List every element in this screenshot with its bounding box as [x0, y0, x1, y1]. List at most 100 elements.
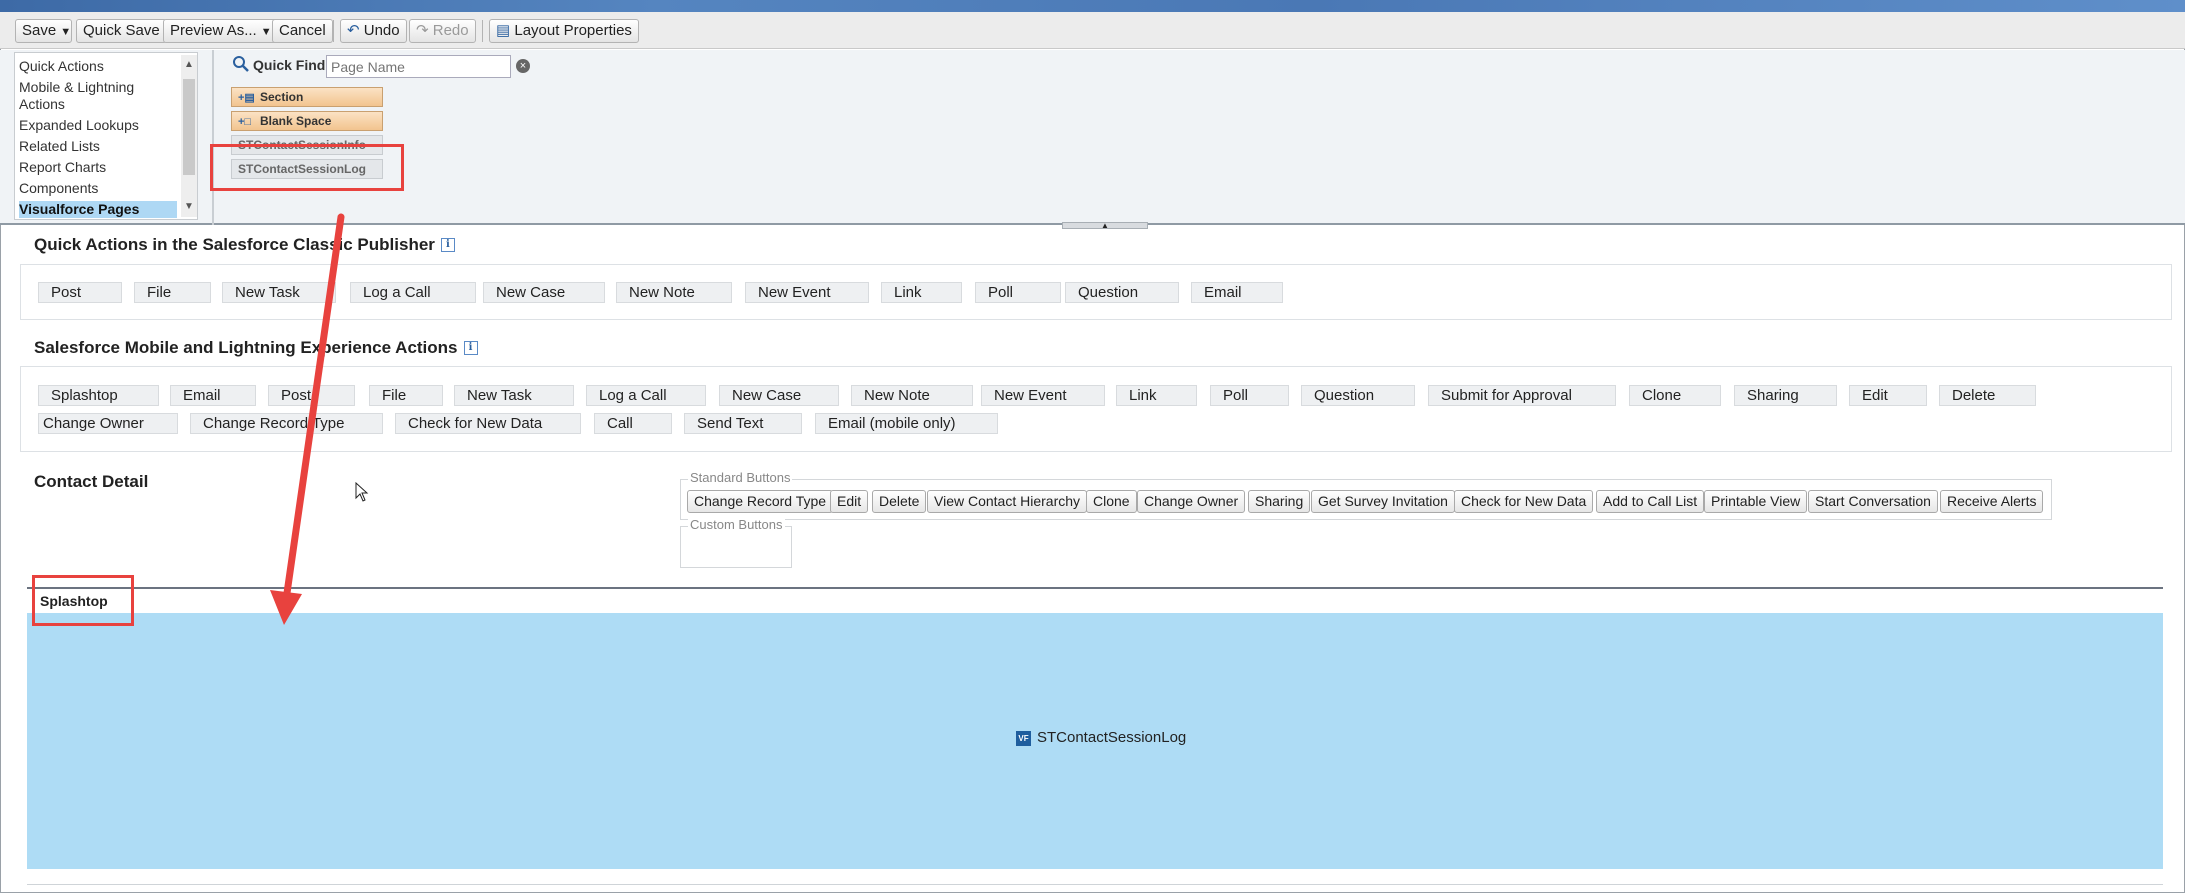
toolbar: Save ▼ Quick Save Preview As... ▼ Cancel ↶… [0, 12, 2185, 49]
standard-buttons-group: Standard Buttons Change Record Type Edit… [680, 470, 2052, 520]
classic-publisher-title-text: Quick Actions in the Salesforce Classic … [34, 235, 435, 254]
clear-search-icon[interactable]: × [516, 59, 530, 73]
category-quick-actions[interactable]: Quick Actions [19, 58, 169, 75]
action-change-owner[interactable]: Change Owner [38, 413, 178, 434]
action-check-for-new-data[interactable]: Check for New Data [395, 413, 581, 434]
action-poll[interactable]: Poll [1210, 385, 1289, 406]
action-log-a-call[interactable]: Log a Call [586, 385, 706, 406]
scroll-thumb[interactable] [183, 79, 195, 175]
action-new-task[interactable]: New Task [454, 385, 574, 406]
action-new-note[interactable]: New Note [851, 385, 973, 406]
category-expanded-lookups[interactable]: Expanded Lookups [19, 117, 169, 134]
preview-as-button[interactable]: Preview As... ▼ [163, 19, 279, 43]
printable-view-button[interactable]: Printable View [1704, 490, 1808, 513]
sharing-button[interactable]: Sharing [1248, 490, 1311, 513]
section-divider [27, 587, 2163, 589]
check-for-new-data-button[interactable]: Check for New Data [1454, 490, 1594, 513]
mobile-actions-title: Salesforce Mobile and Lightning Experien… [34, 338, 478, 358]
custom-buttons-group: Custom Buttons [680, 517, 792, 568]
action-new-case[interactable]: New Case [483, 282, 605, 303]
action-email[interactable]: Email [1191, 282, 1283, 303]
action-log-a-call[interactable]: Log a Call [350, 282, 476, 303]
quick-find-input[interactable] [326, 55, 511, 78]
add-to-call-list-button[interactable]: Add to Call List [1596, 490, 1705, 513]
redo-button[interactable]: ↷ Redo [409, 19, 476, 43]
category-related-lists[interactable]: Related Lists [19, 138, 169, 155]
action-file[interactable]: File [369, 385, 443, 406]
category-mobile-lightning-actions[interactable]: Mobile & Lightning Actions [19, 79, 159, 113]
action-link[interactable]: Link [1116, 385, 1197, 406]
delete-button[interactable]: Delete [872, 490, 927, 513]
category-report-charts[interactable]: Report Charts [19, 159, 169, 176]
action-delete[interactable]: Delete [1939, 385, 2036, 406]
action-sharing[interactable]: Sharing [1734, 385, 1837, 406]
search-icon [233, 56, 249, 72]
info-icon[interactable]: i [463, 341, 478, 355]
custom-buttons-legend: Custom Buttons [688, 517, 785, 532]
start-conversation-button[interactable]: Start Conversation [1808, 490, 1938, 513]
mouse-cursor-icon [355, 482, 369, 502]
action-call[interactable]: Call [594, 413, 672, 434]
layout-properties-label: Layout Properties [514, 22, 632, 39]
category-list: Quick Actions Mobile & Lightning Actions… [14, 52, 198, 220]
receive-alerts-button[interactable]: Receive Alerts [1940, 490, 2044, 513]
redo-label: Redo [432, 22, 469, 39]
action-post[interactable]: Post [268, 385, 355, 406]
highlight-box-section-title [32, 575, 134, 626]
action-question[interactable]: Question [1301, 385, 1415, 406]
action-post[interactable]: Post [38, 282, 122, 303]
category-components[interactable]: Components [19, 180, 169, 197]
collapse-palette-handle[interactable]: ▲ [1062, 222, 1148, 230]
visualforce-page-item[interactable]: VF STContactSessionLog [1016, 729, 1186, 746]
info-icon[interactable]: i [440, 238, 455, 252]
action-new-note[interactable]: New Note [616, 282, 732, 303]
get-survey-invitation-button[interactable]: Get Survey Invitation [1311, 490, 1455, 513]
category-visualforce-pages[interactable]: Visualforce Pages [19, 201, 177, 218]
palette-item-section[interactable]: +▤ Section [231, 87, 383, 107]
undo-button[interactable]: ↶ Undo [340, 19, 407, 43]
quick-find-label: Quick Find [253, 57, 326, 73]
scroll-up-icon[interactable]: ▲ [183, 59, 195, 71]
preview-as-label: Preview As... [170, 22, 257, 39]
toolbar-separator [333, 20, 334, 42]
action-file[interactable]: File [134, 282, 211, 303]
palette-item-blank-space[interactable]: +□ Blank Space [231, 111, 383, 131]
action-email[interactable]: Email [170, 385, 256, 406]
category-scrollbar[interactable]: ▲ ▼ [181, 55, 197, 217]
change-owner-button[interactable]: Change Owner [1137, 490, 1246, 513]
edit-button[interactable]: Edit [830, 490, 869, 513]
action-new-task[interactable]: New Task [222, 282, 336, 303]
quick-save-button[interactable]: Quick Save [76, 19, 167, 43]
action-new-event[interactable]: New Event [745, 282, 869, 303]
save-label: Save [22, 22, 57, 39]
undo-icon: ↶ [347, 22, 360, 39]
header-strip [0, 0, 2185, 12]
cancel-button[interactable]: Cancel [272, 19, 333, 43]
action-submit-for-approval[interactable]: Submit for Approval [1428, 385, 1616, 406]
chevron-down-icon[interactable]: ▼ [60, 26, 71, 38]
clone-button[interactable]: Clone [1086, 490, 1137, 513]
action-question[interactable]: Question [1065, 282, 1179, 303]
blank-space-icon: +□ [238, 116, 252, 128]
scroll-down-icon[interactable]: ▼ [183, 201, 195, 213]
action-link[interactable]: Link [881, 282, 962, 303]
classic-publisher-actions: Post File New Task Log a Call New Case N… [20, 264, 2172, 320]
action-email-mobile-only[interactable]: Email (mobile only) [815, 413, 998, 434]
mobile-actions: Splashtop Email Post File New Task Log a… [20, 366, 2172, 452]
change-record-type-button[interactable]: Change Record Type [687, 490, 834, 513]
mobile-actions-title-text: Salesforce Mobile and Lightning Experien… [34, 338, 458, 357]
action-change-record-type[interactable]: Change Record Type [190, 413, 383, 434]
action-poll[interactable]: Poll [975, 282, 1061, 303]
visualforce-page-name: STContactSessionLog [1037, 729, 1187, 746]
action-edit[interactable]: Edit [1849, 385, 1927, 406]
action-clone[interactable]: Clone [1629, 385, 1721, 406]
chevron-down-icon: ▼ [260, 26, 272, 38]
action-new-case[interactable]: New Case [719, 385, 839, 406]
view-contact-hierarchy-button[interactable]: View Contact Hierarchy [927, 490, 1088, 513]
action-send-text[interactable]: Send Text [684, 413, 802, 434]
layout-properties-button[interactable]: ▤ Layout Properties [489, 19, 639, 43]
action-new-event[interactable]: New Event [981, 385, 1105, 406]
palette: Quick Actions Mobile & Lightning Actions… [0, 50, 2185, 230]
save-button[interactable]: Save ▼ [15, 19, 72, 43]
action-splashtop[interactable]: Splashtop [38, 385, 159, 406]
